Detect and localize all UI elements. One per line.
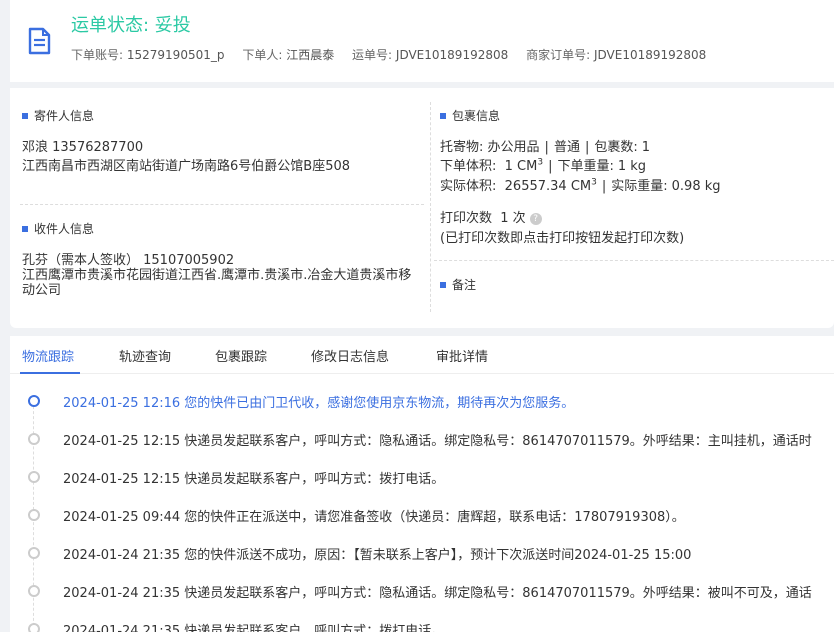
timeline-dot-icon (28, 433, 40, 445)
waybill-header: 运单状态: 妥投 下单账号: 15279190501_p 下单人: 江西晨泰 运… (10, 0, 834, 82)
sender-address: 江西南昌市西湖区南站街道广场南路6号伯爵公馆B座508 (22, 159, 351, 174)
sender-section-title: 寄件人信息 (22, 107, 94, 124)
tab-logistics-tracking[interactable]: 物流跟踪 (22, 346, 74, 365)
print-count-row: 打印次数 1 次? (440, 207, 542, 226)
remark-section-title: 备注 (440, 276, 476, 293)
tab-change-log[interactable]: 修改日志信息 (311, 346, 389, 365)
waybill-status-title: 运单状态: 妥投 (71, 15, 191, 36)
timeline-dot-icon (28, 547, 40, 559)
tab-track-query[interactable]: 轨迹查询 (119, 346, 171, 365)
bullet-square-icon (22, 225, 28, 232)
timeline-item: 2024-01-25 12:15 快递员发起联系客户，呼叫方式：拨打电话。 (10, 468, 834, 488)
package-section-title: 包裹信息 (440, 107, 500, 124)
bullet-square-icon (440, 281, 446, 288)
timeline-item: 2024-01-24 21:35 您的快件派送不成功，原因：【暂未联系上客户】，… (10, 544, 834, 564)
bullet-square-icon (440, 112, 446, 119)
package-actual-volume-row: 实际体积: 26557.34 CM3 | 实际重量: 0.98 kg (440, 177, 721, 194)
receiver-section-title: 收件人信息 (22, 220, 94, 237)
timeline-item: 2024-01-24 21:35 快递员发起联系客户，呼叫方式：隐私通话。绑定隐… (10, 582, 834, 602)
tab-approval-details[interactable]: 审批详情 (436, 346, 488, 365)
active-tab-indicator (20, 372, 80, 374)
package-goods-row: 托寄物: 办公用品 | 普通 | 包裹数: 1 (440, 140, 651, 155)
timeline-item: 2024-01-24 21:35 快递员发起联系客户，呼叫方式：拨打电话。 (10, 620, 834, 632)
package-order-volume-row: 下单体积: 1 CM3 | 下单重量: 1 kg (440, 157, 647, 174)
sender-name-phone: 邓浪 13576287700 (22, 140, 144, 155)
divider (20, 204, 424, 205)
orderer: 下单人: 江西晨泰 (242, 48, 335, 62)
waybill-number: 运单号: JDVE10189192808 (352, 48, 509, 62)
timeline-item: 2024-01-25 12:15 快递员发起联系客户，呼叫方式：隐私通话。绑定隐… (10, 430, 834, 450)
document-icon (28, 27, 51, 55)
timeline-dot-icon (28, 471, 40, 483)
info-panel: 寄件人信息 邓浪 13576287700 江西南昌市西湖区南站街道广场南路6号伯… (10, 88, 834, 328)
tab-bar: 物流跟踪 轨迹查询 包裹跟踪 修改日志信息 审批详情 (10, 336, 834, 374)
receiver-address: 江西鹰潭市贵溪市花园街道江西省.鹰潭市.贵溪市.冶金大道贵溪市移动公司 (22, 268, 412, 298)
order-account: 下单账号: 15279190501_p (71, 48, 225, 62)
receiver-name-phone: 孔芬（需本人签收） 15107005902 (22, 253, 235, 268)
timeline-dot-icon (28, 585, 40, 597)
help-icon[interactable]: ? (529, 213, 542, 225)
bullet-square-icon (22, 112, 28, 119)
tab-package-tracking[interactable]: 包裹跟踪 (215, 346, 267, 365)
timeline-dot-icon (28, 509, 40, 521)
tracking-panel: 物流跟踪 轨迹查询 包裹跟踪 修改日志信息 审批详情 2024-01-25 12… (10, 336, 834, 632)
order-meta-row: 下单账号: 15279190501_p 下单人: 江西晨泰 运单号: JDVE1… (71, 46, 720, 63)
timeline-item: 2024-01-25 09:44 您的快件正在派送中，请您准备签收（快递员：唐辉… (10, 506, 834, 526)
timeline-dot-icon (28, 395, 40, 407)
merchant-order-number: 商家订单号: JDVE10189192808 (526, 48, 707, 62)
timeline-dot-icon (28, 623, 40, 632)
timeline-item: 2024-01-25 12:16 您的快件已由门卫代收，感谢您使用京东物流，期待… (10, 392, 834, 412)
print-note: (已打印次数即点击打印按钮发起打印次数) (440, 231, 685, 246)
divider (434, 260, 834, 261)
divider (430, 102, 431, 312)
